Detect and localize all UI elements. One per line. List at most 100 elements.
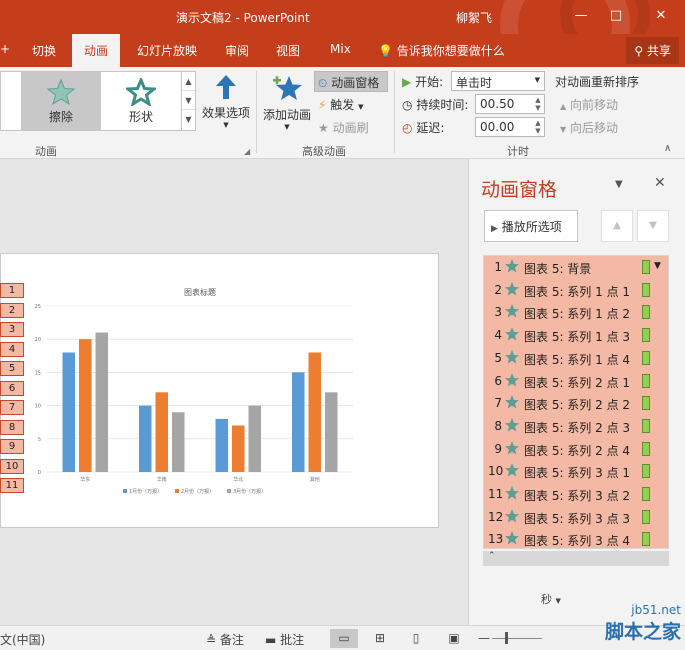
list-item[interactable]: 8 图表 5: 系列 2 点 3 (484, 415, 668, 438)
animation-painter-button[interactable]: ★ 动画刷 (318, 119, 369, 136)
animation-marker[interactable]: 5 (0, 361, 24, 376)
start-select[interactable]: 单击时 ▼ (451, 71, 545, 91)
comments-button[interactable]: ▬ 批注 (265, 631, 304, 648)
start-label: 开始: (415, 75, 444, 89)
gallery-item-shape[interactable]: 形状 (101, 72, 181, 130)
duration-input[interactable]: 00.50 ▲ ▼ (475, 94, 545, 114)
animation-marker[interactable]: 9 (0, 439, 24, 454)
timeline-bar[interactable] (642, 532, 650, 547)
list-item[interactable]: 9 图表 5: 系列 2 点 4 (484, 438, 668, 461)
animation-marker[interactable]: 2 (0, 302, 24, 318)
gallery-scroll[interactable]: ▲ ▼ ▼ (181, 72, 195, 130)
language-status[interactable]: 文(中国) (0, 631, 45, 648)
delay-input[interactable]: 00.00 ▲ ▼ (475, 117, 545, 137)
move-down-button[interactable]: ▼ (637, 210, 669, 242)
timeline-bar[interactable] (642, 305, 650, 320)
animation-marker[interactable]: 3 (0, 322, 24, 337)
animation-marker[interactable]: 8 (0, 419, 24, 435)
seconds-dropdown[interactable]: 秒 ▼ (541, 591, 561, 607)
zoom-slider-thumb[interactable] (505, 632, 508, 644)
normal-view-button[interactable]: ▭ (330, 629, 358, 648)
animation-pane-button[interactable]: ⏲ 动画窗格 (314, 71, 388, 92)
tab-view[interactable]: 视图 (276, 42, 300, 59)
duration-value: 00.50 (480, 97, 515, 111)
notes-icon: ≜ (206, 633, 217, 647)
list-item[interactable]: 13 图表 5: 系列 3 点 4 (484, 528, 668, 551)
list-item[interactable]: 5 图表 5: 系列 1 点 4 (484, 347, 668, 370)
gallery-item-wipe[interactable]: 擦除 (21, 72, 101, 130)
list-item[interactable]: 11 图表 5: 系列 3 点 2 (484, 483, 668, 506)
timeline-bar[interactable] (642, 373, 650, 388)
tab-slideshow[interactable]: 幻灯片放映 (137, 42, 197, 59)
animation-marker[interactable]: 6 (0, 380, 24, 396)
animation-marker[interactable]: 11 (0, 478, 24, 493)
zoom-slider-track[interactable] (492, 638, 542, 639)
slide-canvas[interactable]: 图表标题 0 5 10 15 20 25 华东 华南 华北 其他 1月份（万报） 2月份（万报） 3月份（… (0, 253, 439, 528)
gallery-more-icon[interactable]: ▼ (182, 110, 195, 129)
pane-options-icon[interactable]: ▼ (615, 179, 623, 190)
animation-marker[interactable]: 1 (0, 283, 24, 298)
star-effect-icon (505, 531, 519, 545)
timeline-bar[interactable] (642, 328, 650, 343)
tab-partial[interactable]: + (0, 42, 10, 56)
delay-label: 延迟: (416, 121, 445, 135)
list-item[interactable]: 7 图表 5: 系列 2 点 2 (484, 392, 668, 415)
tab-mix[interactable]: Mix (330, 42, 351, 56)
item-number: 6 (494, 373, 502, 388)
animation-marker[interactable]: 4 (0, 341, 24, 357)
star-effect-icon (505, 417, 519, 432)
tab-review[interactable]: 审阅 (225, 42, 249, 59)
timeline-bar[interactable] (642, 350, 650, 365)
zoom-out-button[interactable]: — (478, 631, 490, 645)
close-button[interactable]: ✕ (650, 6, 672, 26)
timeline-bar[interactable] (642, 509, 650, 524)
restore-button[interactable]: □ (605, 6, 627, 26)
timeline-bar[interactable] (642, 418, 650, 433)
reading-view-button[interactable]: ▯ (402, 629, 430, 648)
collapse-ribbon-icon[interactable]: ∧ (664, 143, 671, 154)
slideshow-view-button[interactable]: ▣ (440, 629, 468, 648)
duration-spinner[interactable]: ▲ ▼ (533, 96, 543, 112)
effect-options-button[interactable]: 效果选项 ▼ (200, 73, 252, 129)
move-earlier-label: 向前移动 (569, 98, 618, 112)
move-later-button[interactable]: ▼ 向后移动 (560, 119, 618, 136)
timeline-bar[interactable] (642, 441, 650, 456)
item-dropdown-icon[interactable]: ▼ (654, 261, 661, 271)
animation-marker[interactable]: 10 (0, 458, 24, 474)
timeline-bar[interactable] (642, 260, 650, 274)
delay-spinner[interactable]: ▲ ▼ (533, 119, 543, 135)
gallery-up-icon[interactable]: ▲ (182, 72, 195, 91)
minimize-button[interactable]: — (570, 6, 592, 26)
list-item[interactable]: 3 图表 5: 系列 1 点 2 (484, 301, 668, 324)
trigger-button[interactable]: ⚡ 触发 ▼ (318, 96, 364, 113)
tab-animations[interactable]: 动画 (72, 34, 121, 67)
animation-marker[interactable]: 7 (0, 400, 24, 415)
collapse-list-button[interactable]: ⌃ (483, 551, 669, 566)
add-animation-button[interactable]: 添加动画 ▼ (262, 73, 312, 131)
timeline-bar[interactable] (642, 396, 650, 411)
share-button[interactable]: ⚲ 共享 (626, 37, 679, 64)
pane-close-icon[interactable]: ✕ (654, 175, 666, 191)
gallery-down-icon[interactable]: ▼ (182, 91, 195, 110)
slide-sorter-button[interactable]: ⊞ (366, 629, 394, 648)
tab-transitions[interactable]: 切换 (32, 42, 56, 59)
trigger-chevron-icon: ▼ (358, 103, 364, 111)
timeline-bar[interactable] (642, 282, 650, 297)
list-item[interactable]: 2 图表 5: 系列 1 点 1 (484, 279, 668, 302)
bar-chart[interactable]: 图表标题0510152025华东 华南 华北 其他1月份（万报） 2月份（万报） 3月份（… (1, 254, 440, 529)
list-item[interactable]: 6 图表 5: 系列 2 点 1 (484, 370, 668, 393)
list-item[interactable]: 4 图表 5: 系列 1 点 3 (484, 324, 668, 347)
timeline-bar[interactable] (642, 487, 650, 501)
play-selected-button[interactable]: ▶ 播放所选项 (484, 210, 578, 242)
list-item[interactable]: 1 图表 5: 背景 ▼ (484, 256, 668, 279)
list-item[interactable]: 10 图表 5: 系列 3 点 1 (484, 460, 668, 483)
dialog-launcher-icon[interactable]: ◢ (244, 147, 250, 156)
notes-button[interactable]: ≜ 备注 (206, 631, 244, 648)
move-up-button[interactable]: ▲ (601, 210, 633, 242)
timeline-bar[interactable] (642, 464, 650, 479)
user-name[interactable]: 柳絮飞 (456, 9, 492, 26)
move-earlier-button[interactable]: ▲ 向前移动 (560, 96, 618, 113)
tell-me-box[interactable]: 💡 告诉我你想要做什么 (378, 42, 505, 59)
item-number: 7 (494, 396, 502, 411)
list-item[interactable]: 12 图表 5: 系列 3 点 3 (484, 506, 668, 529)
